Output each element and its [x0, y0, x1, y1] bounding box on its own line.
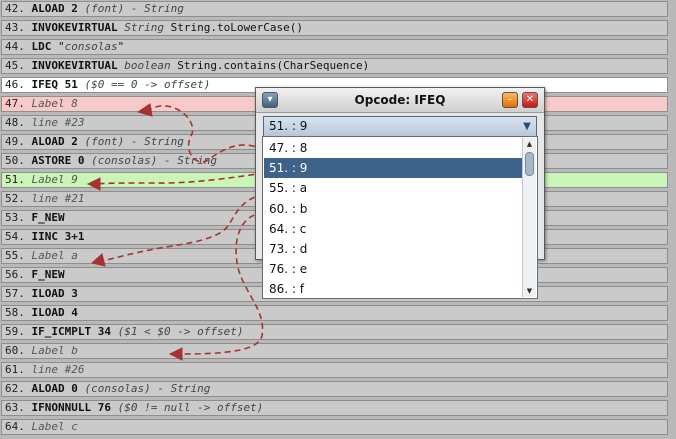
option-item[interactable]: 55. : a	[264, 178, 522, 198]
operand-comment: consolas	[64, 40, 118, 53]
dialog-titlebar[interactable]: Opcode: IFEQ ▾ – ✕	[256, 88, 544, 113]
line-number: 59.	[5, 325, 25, 338]
combobox-popup: 47. : 8 51. : 9 55. : a 60. : b 64. : c 73. :…	[262, 136, 538, 299]
label-text: Label 9	[31, 173, 78, 186]
label-text: Label a	[31, 249, 78, 262]
line-number: 63.	[5, 401, 25, 414]
popup-scrollbar[interactable]: ▲ ▼	[522, 138, 536, 297]
opcode: IFNONNULL 76	[31, 401, 111, 414]
opcode: INVOKEVIRTUAL	[31, 21, 118, 34]
opcode: ILOAD 4	[31, 306, 78, 319]
minimize-icon: –	[507, 94, 513, 105]
option-item[interactable]: 51. : 9	[264, 158, 522, 179]
instruction-row[interactable]: 60. Label b	[1, 343, 668, 359]
instruction-row[interactable]: 63. IFNONNULL 76 ($0 != null -> offset)	[1, 400, 668, 416]
instruction-row[interactable]: 44. LDC "consolas"	[1, 39, 668, 55]
label-text: Label c	[31, 420, 78, 433]
operand-tail: String.toLowerCase()	[163, 21, 304, 34]
close-button[interactable]: ✕	[522, 92, 538, 108]
operand-comment: ($1 < $0 -> offset)	[117, 325, 244, 338]
operand-tail: "	[117, 40, 125, 53]
line-number: 43.	[5, 21, 25, 34]
dialog-title: Opcode: IFEQ	[354, 93, 446, 107]
popup-scroll-thumb[interactable]	[525, 152, 534, 176]
line-number: 54.	[5, 230, 25, 243]
line-number: 49.	[5, 135, 25, 148]
opcode: ALOAD 2	[31, 2, 78, 15]
line-number: 56.	[5, 268, 25, 281]
option-item[interactable]: 47. : 8	[264, 138, 522, 158]
operand-comment: (consolas) - String	[84, 382, 211, 395]
minimize-button[interactable]: –	[502, 92, 518, 108]
instruction-row[interactable]: 42. ALOAD 2 (font) - String	[1, 1, 668, 17]
line-number: 64.	[5, 420, 25, 433]
opcode: INVOKEVIRTUAL	[31, 59, 118, 72]
option-item[interactable]: 76. : e	[264, 259, 522, 279]
opcode: IFEQ 51	[31, 78, 78, 91]
line-number: 53.	[5, 211, 25, 224]
line-number: 62.	[5, 382, 25, 395]
operand-comment: (font) - String	[84, 135, 184, 148]
label-text: line #23	[31, 116, 85, 129]
line-number: 46.	[5, 78, 25, 91]
instruction-row[interactable]: 59. IF_ICMPLT 34 ($1 < $0 -> offset)	[1, 324, 668, 340]
opcode: ALOAD 0	[31, 382, 78, 395]
opcode: IINC 3+1	[31, 230, 85, 243]
line-number: 51.	[5, 173, 25, 186]
option-item[interactable]: 73. : d	[264, 239, 522, 259]
line-number: 42.	[5, 2, 25, 15]
option-item[interactable]: 86. : f	[264, 279, 522, 299]
opcode: IF_ICMPLT 34	[31, 325, 111, 338]
chevron-down-icon: ▾	[267, 94, 273, 105]
line-number: 57.	[5, 287, 25, 300]
instruction-row[interactable]: 45. INVOKEVIRTUAL boolean String.contain…	[1, 58, 668, 74]
label-text: Label 8	[31, 97, 78, 110]
opcode: ALOAD 2	[31, 135, 78, 148]
window-menu-button[interactable]: ▾	[262, 92, 278, 108]
option-item[interactable]: 64. : c	[264, 219, 522, 239]
opcode: F_NEW	[31, 268, 65, 281]
instruction-row[interactable]: 61. line #26	[1, 362, 668, 378]
line-number: 55.	[5, 249, 25, 262]
scroll-down-icon[interactable]: ▼	[523, 285, 536, 297]
operand-comment: ($0 == 0 -> offset)	[84, 78, 211, 91]
instruction-row[interactable]: 58. ILOAD 4	[1, 305, 668, 321]
label-text: line #26	[31, 363, 85, 376]
label-text: line #21	[31, 192, 85, 205]
option-item[interactable]: 60. : b	[264, 199, 522, 219]
instruction-row[interactable]: 62. ALOAD 0 (consolas) - String	[1, 381, 668, 397]
combobox-value: 51. : 9	[269, 119, 308, 133]
operand-comment: (consolas) - String	[91, 154, 217, 167]
scroll-up-icon[interactable]: ▲	[523, 138, 536, 150]
operand-comment: (font) - String	[84, 2, 184, 15]
opcode: LDC	[31, 40, 52, 53]
opcode: ILOAD 3	[31, 287, 78, 300]
triangle-down-icon[interactable]: ▼	[520, 119, 534, 134]
operand-comment: String	[124, 21, 164, 34]
line-number: 44.	[5, 40, 25, 53]
line-number: 48.	[5, 116, 25, 129]
instruction-row[interactable]: 64. Label c	[1, 419, 668, 435]
line-number: 52.	[5, 192, 25, 205]
separator	[111, 325, 118, 338]
operand-comment: ($0 != null -> offset)	[117, 401, 264, 414]
target-combobox[interactable]: 51. : 9 ▼	[263, 116, 537, 137]
opcode: ASTORE 0	[31, 154, 85, 167]
separator	[111, 401, 118, 414]
line-number: 47.	[5, 97, 25, 110]
label-text: Label b	[31, 344, 78, 357]
separator: "	[51, 40, 65, 53]
opcode: F_NEW	[31, 211, 65, 224]
operand-tail: String.contains(CharSequence)	[170, 59, 370, 72]
line-number: 61.	[5, 363, 25, 376]
line-number: 50.	[5, 154, 25, 167]
line-number: 45.	[5, 59, 25, 72]
instruction-row[interactable]: 43. INVOKEVIRTUAL String String.toLowerC…	[1, 20, 668, 36]
operand-comment: boolean	[124, 59, 171, 72]
close-icon: ✕	[525, 94, 535, 105]
line-number: 58.	[5, 306, 25, 319]
line-number: 60.	[5, 344, 25, 357]
